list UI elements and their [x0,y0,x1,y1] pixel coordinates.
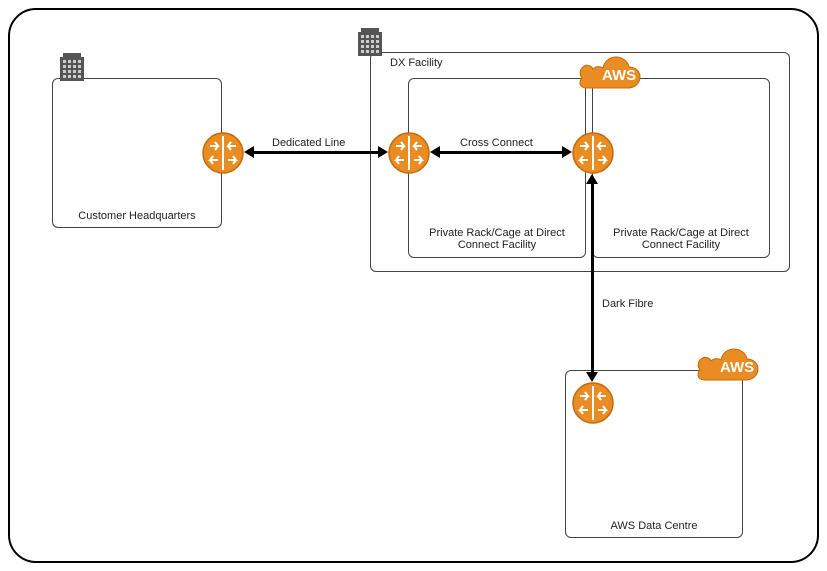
aws-cloud-icon: AWS [580,56,642,96]
diagram-canvas: Customer Headquarters DX Facility Privat… [8,8,819,563]
arrow-head-icon [586,372,598,382]
arrow-cross-connect [438,151,564,154]
building-icon [358,28,382,56]
label-dedicated-line: Dedicated Line [272,137,345,149]
building-icon [60,53,84,81]
label-private-rack-left: Private Rack/Cage at Direct Connect Faci… [408,227,586,251]
router-icon [388,132,430,174]
svg-text:AWS: AWS [720,359,754,376]
svg-text:AWS: AWS [602,67,636,84]
router-icon [202,132,244,174]
arrow-head-icon [378,146,388,158]
arrow-dark-fibre [591,182,594,374]
arrow-head-icon [586,174,598,184]
box-customer-hq [52,78,222,228]
router-icon [572,132,614,174]
label-customer-hq: Customer Headquarters [52,210,222,222]
label-dx-facility: DX Facility [390,57,510,69]
aws-cloud-icon: AWS [698,348,760,388]
arrow-head-icon [562,146,572,158]
arrow-dedicated-line [252,151,380,154]
router-icon [572,382,614,424]
label-dark-fibre: Dark Fibre [602,298,653,310]
label-private-rack-right: Private Rack/Cage at Direct Connect Faci… [592,227,770,251]
label-cross-connect: Cross Connect [460,137,533,149]
label-aws-dc: AWS Data Centre [565,520,743,532]
arrow-head-icon [244,146,254,158]
arrow-head-icon [430,146,440,158]
